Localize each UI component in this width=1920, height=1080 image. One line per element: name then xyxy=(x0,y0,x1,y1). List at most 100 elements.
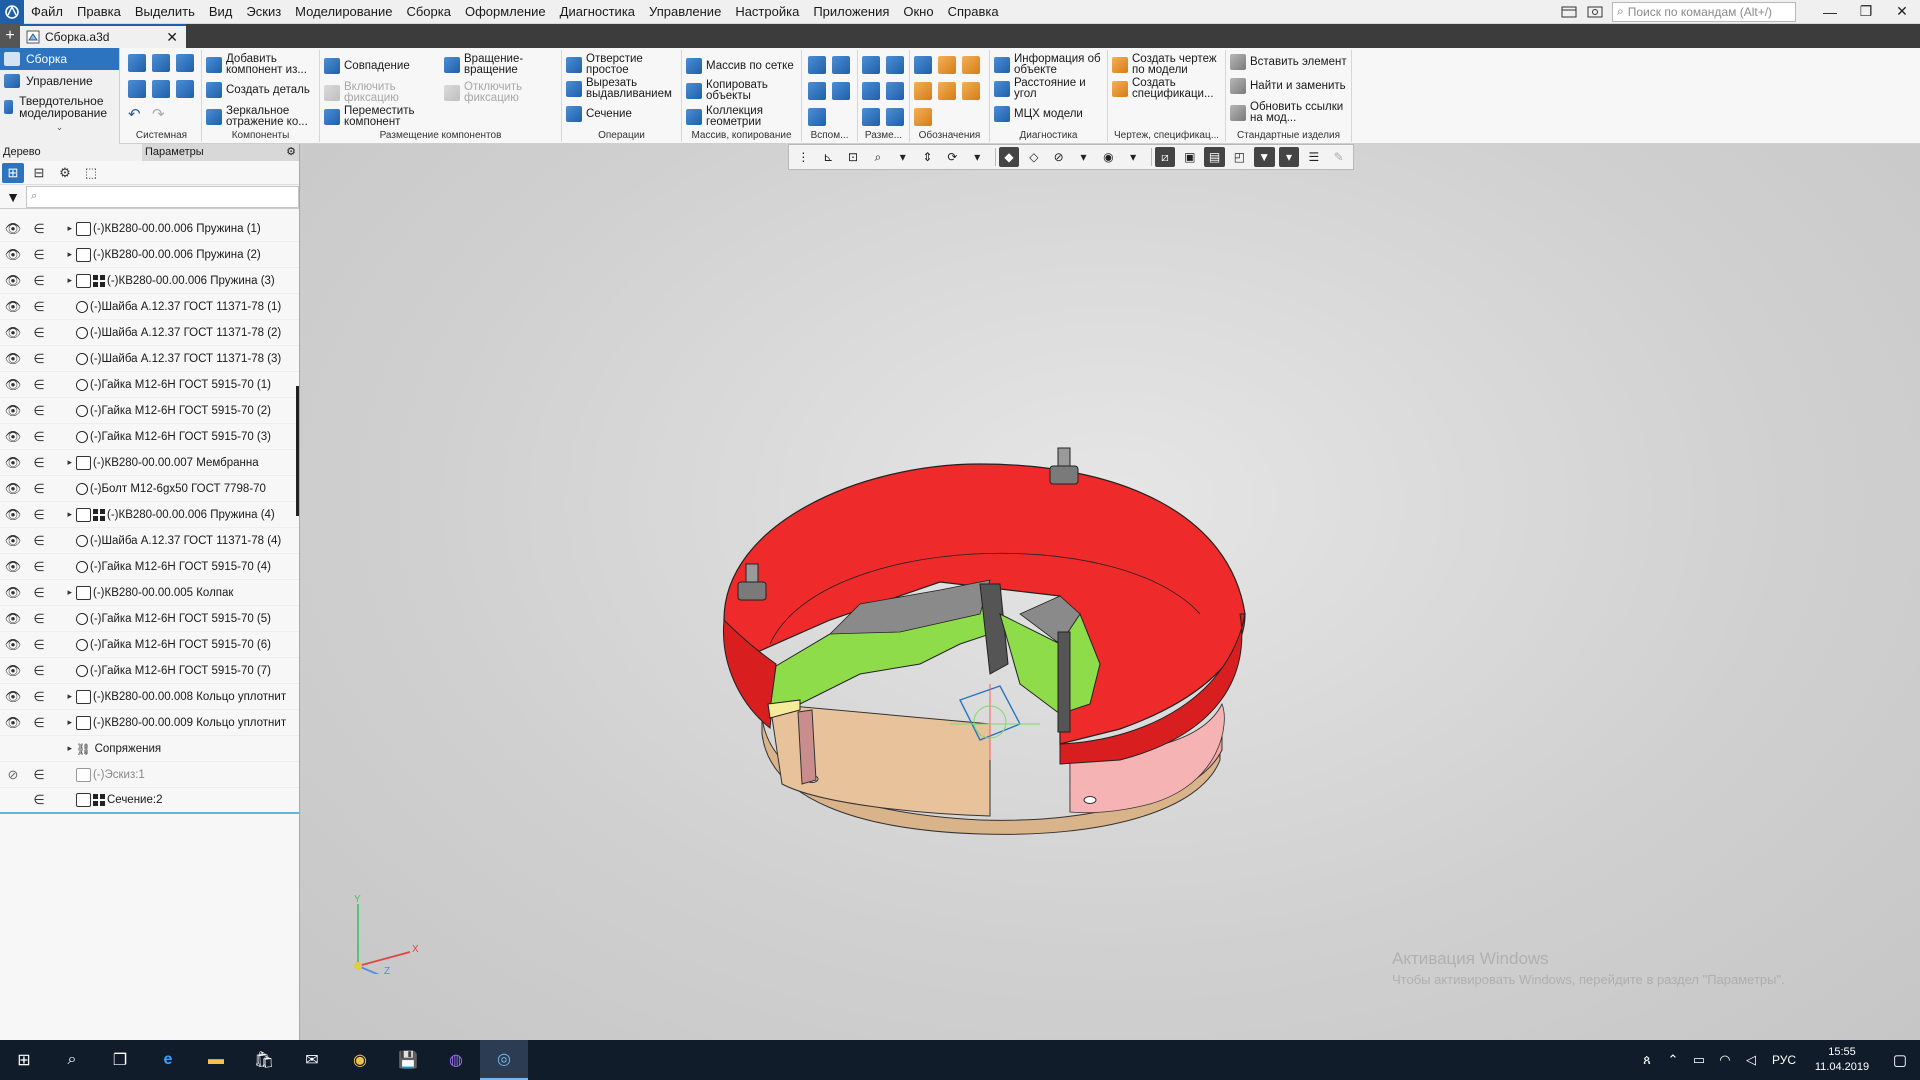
tree-row[interactable]: 👁 ∈ ▸ (-)КВ280-00.00.009 Кольцо уплотнит xyxy=(0,710,299,736)
wireframe-view-icon[interactable]: ◇ xyxy=(1023,147,1044,167)
kompas-app-icon[interactable]: ◎ xyxy=(480,1040,528,1080)
angle-dim-icon[interactable] xyxy=(862,82,880,100)
tree-row[interactable]: 👁 ∈ (-)Болт М12-6gx50 ГОСТ 7798-70 xyxy=(0,476,299,502)
command-search-input[interactable]: ⌕ Поиск по командам (Alt+/) xyxy=(1612,1,1796,22)
redo-icon[interactable]: ↷ xyxy=(152,106,170,124)
visibility-eye-icon[interactable]: 👁 xyxy=(0,533,26,549)
viber-icon[interactable]: ◍ xyxy=(432,1040,480,1080)
expand-arrow-icon[interactable]: ▸ xyxy=(52,509,76,520)
add-component-button[interactable]: Добавить компонент из... xyxy=(206,53,318,76)
section-button[interactable]: Сечение xyxy=(566,106,680,122)
visibility-eye-icon[interactable]: 👁 xyxy=(0,637,26,653)
aux-line-icon[interactable] xyxy=(808,108,826,126)
panel-layout-icon[interactable] xyxy=(1558,3,1580,21)
expand-arrow-icon[interactable]: ▸ xyxy=(52,717,76,728)
language-indicator[interactable]: РУС xyxy=(1764,1053,1804,1067)
include-in-calc-icon[interactable]: ∈ xyxy=(26,507,52,523)
distance-angle-button[interactable]: Расстояние и угол xyxy=(994,77,1106,100)
file-explorer-icon[interactable]: ▬ xyxy=(192,1040,240,1080)
tree-row[interactable]: ⊘ ∈ (-)Эскиз:1 xyxy=(0,762,299,788)
restore-button[interactable]: ❐ xyxy=(1848,0,1884,24)
include-in-calc-icon[interactable]: ∈ xyxy=(26,273,52,289)
properties-icon[interactable]: ☰ xyxy=(1303,147,1324,167)
rotate-icon[interactable]: ⟳ xyxy=(942,147,963,167)
leader-icon[interactable] xyxy=(914,56,932,74)
clock[interactable]: 15:55 11.04.2019 xyxy=(1804,1045,1880,1075)
include-in-calc-icon[interactable]: ∈ xyxy=(26,663,52,679)
filter-icon[interactable]: ▼ xyxy=(1253,147,1275,167)
gear-icon[interactable]: ⚙ xyxy=(283,144,299,161)
include-in-calc-icon[interactable]: ∈ xyxy=(26,403,52,419)
chain-dim-icon[interactable] xyxy=(886,108,904,126)
tree-row[interactable]: 👁 ∈ ▸ (-)КВ280-00.00.005 Колпак xyxy=(0,580,299,606)
mirror-component-button[interactable]: Зеркальное отражение ко... xyxy=(206,105,318,128)
visibility-eye-icon[interactable]: 👁 xyxy=(0,663,26,679)
include-in-calc-icon[interactable]: ∈ xyxy=(26,455,52,471)
menu-file[interactable]: Файл xyxy=(24,0,70,24)
shaded-view-icon[interactable]: ◆ xyxy=(998,147,1020,167)
task-view-icon[interactable]: ❐ xyxy=(96,1040,144,1080)
tolerance-icon[interactable] xyxy=(914,82,932,100)
mail-icon[interactable]: ✉ xyxy=(288,1040,336,1080)
view-grid-icon[interactable]: ⋮ xyxy=(793,147,814,167)
create-drawing-button[interactable]: Создать чертеж по модели xyxy=(1112,53,1224,76)
visibility-eye-icon[interactable]: 👁 xyxy=(0,377,26,393)
menu-select[interactable]: Выделить xyxy=(128,0,202,24)
close-tab-icon[interactable]: ✕ xyxy=(166,29,178,46)
create-part-button[interactable]: Создать деталь xyxy=(206,82,318,98)
include-in-calc-icon[interactable]: ∈ xyxy=(26,429,52,445)
perspective-icon[interactable]: ▤ xyxy=(1204,147,1225,167)
tree-scrollbar[interactable] xyxy=(295,216,299,828)
preview-icon[interactable] xyxy=(152,80,170,98)
simple-hole-button[interactable]: Отверстие простое xyxy=(566,53,680,76)
zoom-icon[interactable]: ⌕ xyxy=(867,147,888,167)
display-icon[interactable]: ◉ xyxy=(1098,147,1119,167)
open-folder-icon[interactable] xyxy=(152,54,170,72)
expand-arrow-icon[interactable]: ▸ xyxy=(52,457,76,468)
tree-row[interactable]: 👁 ∈ ▸ (-)КВ280-00.00.006 Пружина (3) xyxy=(0,268,299,294)
include-in-calc-icon[interactable]: ∈ xyxy=(26,611,52,627)
wifi-icon[interactable]: ◠ xyxy=(1712,1052,1738,1068)
start-windows-icon[interactable]: ⊞ xyxy=(0,1040,48,1080)
expand-arrow-icon[interactable]: ▸ xyxy=(52,691,76,702)
view-normal-icon[interactable]: ⊡ xyxy=(843,147,864,167)
tree-row[interactable]: 👁 ∈ (-)Гайка М12-6Н ГОСТ 5915-70 (5) xyxy=(0,606,299,632)
screenshot-icon[interactable] xyxy=(1584,3,1606,21)
include-in-calc-icon[interactable]: ∈ xyxy=(26,585,52,601)
section-view-icon[interactable]: ⧄ xyxy=(1154,147,1176,167)
radial-dim-icon[interactable] xyxy=(886,56,904,74)
people-icon[interactable]: ጰ xyxy=(1634,1052,1660,1068)
close-button[interactable]: ✕ xyxy=(1884,0,1920,24)
tree-row[interactable]: ▸ ⛓ Сопряжения xyxy=(0,736,299,762)
menu-edit[interactable]: Правка xyxy=(70,0,128,24)
edit-icon[interactable]: ✎ xyxy=(1328,147,1349,167)
include-in-calc-icon[interactable]: ∈ xyxy=(26,325,52,341)
tree-row[interactable]: 👁 ∈ (-)Гайка М12-6Н ГОСТ 5915-70 (3) xyxy=(0,424,299,450)
include-in-calc-icon[interactable]: ∈ xyxy=(26,533,52,549)
tree-row[interactable]: 👁 ∈ (-)Гайка М12-6Н ГОСТ 5915-70 (6) xyxy=(0,632,299,658)
coincidence-button[interactable]: Совпадение xyxy=(324,58,442,74)
weld-icon[interactable] xyxy=(914,108,932,126)
tree-row[interactable]: 👁 ∈ ▸ (-)КВ280-00.00.007 Мембранна xyxy=(0,450,299,476)
view-cube-icon[interactable]: ▣ xyxy=(1179,147,1200,167)
visibility-eye-icon[interactable]: 👁 xyxy=(0,689,26,705)
rotate-dropdown-icon[interactable]: ▾ xyxy=(967,147,988,167)
tree-row[interactable]: 👁 ∈ (-)Шайба А.12.37 ГОСТ 11371-78 (2) xyxy=(0,320,299,346)
expand-arrow-icon[interactable]: ▸ xyxy=(52,223,76,234)
include-in-calc-icon[interactable]: ∈ xyxy=(26,247,52,263)
tree-row[interactable]: 👁 ∈ ▸ (-)КВ280-00.00.008 Кольцо уплотнит xyxy=(0,684,299,710)
app-logo-icon[interactable] xyxy=(0,0,24,24)
diameter-dim-icon[interactable] xyxy=(886,82,904,100)
mode-assembly[interactable]: Сборка xyxy=(0,48,119,70)
mass-props-button[interactable]: МЦХ модели xyxy=(994,106,1106,122)
include-in-calc-icon[interactable]: ∈ xyxy=(26,299,52,315)
menu-help[interactable]: Справка xyxy=(941,0,1006,24)
document-tab[interactable]: Сборка.a3d ✕ xyxy=(20,24,186,48)
visibility-eye-icon[interactable]: 👁 xyxy=(0,507,26,523)
visibility-eye-icon[interactable]: 👁 xyxy=(0,455,26,471)
include-in-calc-icon[interactable]: ∈ xyxy=(26,767,52,783)
floppy-app-icon[interactable]: 💾 xyxy=(384,1040,432,1080)
new-document-button[interactable]: + xyxy=(0,24,20,48)
assembly-model[interactable] xyxy=(300,144,1920,1040)
visibility-eye-icon[interactable]: 👁 xyxy=(0,715,26,731)
